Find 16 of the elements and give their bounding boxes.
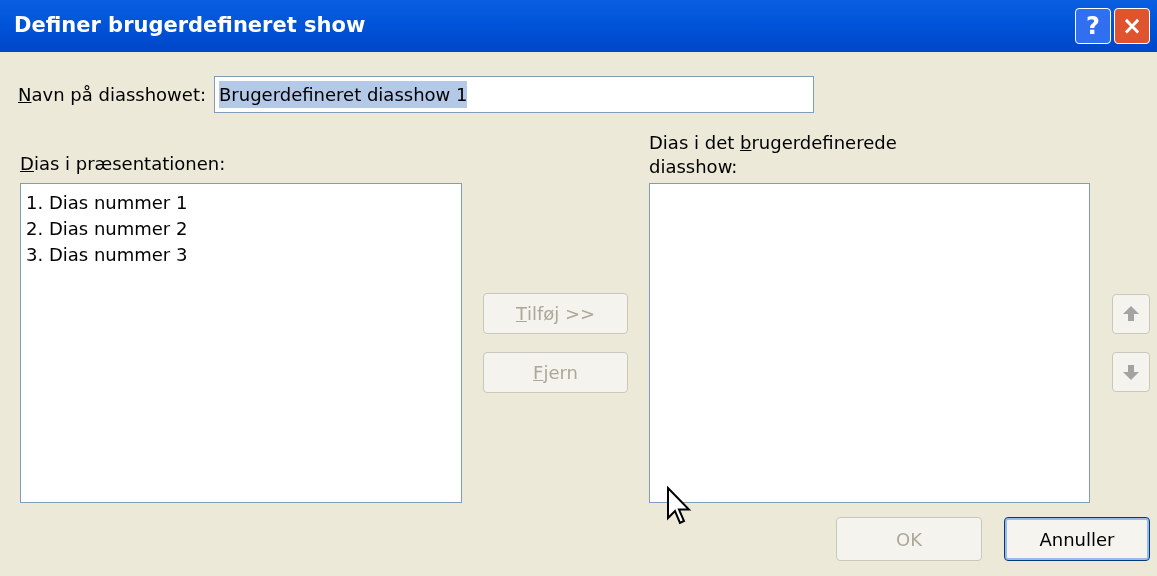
cancel-button[interactable]: Annuller [1004,517,1150,561]
slides-label: Dias i præsentationen: [20,152,226,176]
down-arrow-icon [1122,363,1140,381]
mouse-pointer-icon [666,486,692,526]
slides-listbox[interactable]: 1. Dias nummer 1 2. Dias nummer 2 3. Dias nummer 3 [20,183,462,503]
name-input-field[interactable]: Brugerdefineret diasshow 1 [214,76,814,113]
help-button[interactable]: ? [1075,8,1111,44]
custom-show-label: Dias i det brugerdefinerede diasshow: [649,131,898,179]
name-value: Brugerdefineret diasshow 1 [219,81,468,108]
window-title: Definer brugerdefineret show [14,12,367,40]
name-label: Navn på diasshowet: [18,83,206,107]
slide-list-item[interactable]: 1. Dias nummer 1 [25,190,189,216]
close-button[interactable]: × [1114,8,1150,44]
up-arrow-icon [1122,305,1140,323]
slide-list-item[interactable]: 2. Dias nummer 2 [25,216,189,242]
slide-list-item[interactable]: 3. Dias nummer 3 [25,242,189,268]
